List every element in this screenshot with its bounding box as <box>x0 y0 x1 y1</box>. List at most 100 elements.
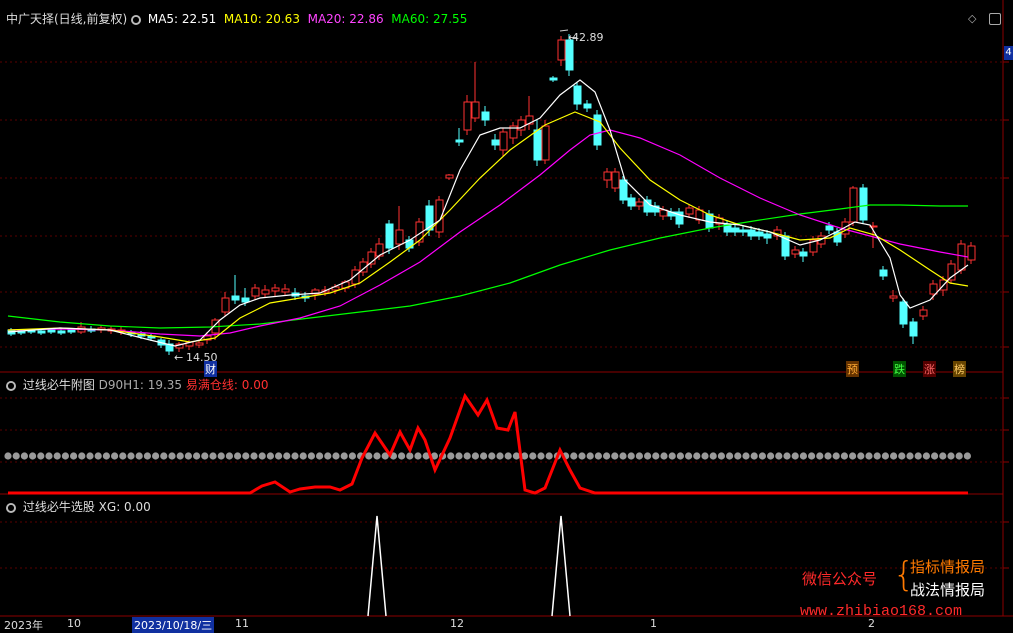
baseline-dot <box>471 452 479 460</box>
baseline-dot <box>644 452 652 460</box>
candle-body <box>889 295 898 299</box>
baseline-dot <box>398 452 406 460</box>
baseline-dot <box>676 452 685 460</box>
baseline-dot <box>898 452 906 460</box>
baseline-dot <box>603 452 611 460</box>
baseline-dot <box>348 452 356 460</box>
candle-body <box>549 77 558 81</box>
baseline-dot <box>947 452 955 460</box>
marker-cai[interactable]: 财 <box>204 361 217 377</box>
baseline-dot <box>734 452 742 460</box>
xg-spike-2 <box>551 515 571 617</box>
baseline-dot <box>340 452 348 460</box>
baseline-dot <box>184 452 192 460</box>
baseline-dot <box>668 452 676 460</box>
axis-label-oct: 10 <box>67 617 81 630</box>
axis-label-jan: 1 <box>650 617 657 630</box>
candle-body <box>627 197 636 207</box>
main-header: 中广天择(日线,前复权) ● MA5: 22.51 MA10: 20.63 MA… <box>6 10 467 27</box>
baseline-dot <box>799 452 808 460</box>
baseline-dot <box>537 452 545 460</box>
baseline-dot <box>783 452 791 460</box>
baseline-dot <box>365 452 373 460</box>
baseline-dot <box>750 452 758 460</box>
marker-zhang[interactable]: 涨 <box>923 361 936 377</box>
baseline-dot <box>865 452 873 460</box>
baseline-dot <box>307 452 315 460</box>
candle-body <box>573 85 582 105</box>
marker-die[interactable]: 跌 <box>893 361 906 377</box>
panel3-settings-icon[interactable]: ● <box>6 502 16 513</box>
watermark-line2: 战法情报局 <box>910 581 986 599</box>
high-arrow-icon: ← <box>568 31 577 44</box>
baseline-dot <box>168 452 176 460</box>
marker-yu[interactable]: 预 <box>846 361 859 377</box>
right-badge: 4 <box>1004 46 1013 60</box>
marker-bang[interactable]: 榜 <box>953 361 966 377</box>
baseline-dot <box>53 452 61 460</box>
panel3-xg: XG: 0.00 <box>98 500 151 514</box>
panel3-title[interactable]: 过线必牛选股 <box>23 500 95 514</box>
panel2-title[interactable]: 过线必牛附图 <box>23 378 95 392</box>
candle-body <box>271 287 280 292</box>
candle-body <box>27 330 36 333</box>
baseline-dot <box>824 452 832 460</box>
baseline-dot <box>242 452 250 460</box>
candle-body <box>455 139 464 143</box>
baseline-dot <box>86 452 94 460</box>
baseline-dot <box>234 452 242 460</box>
candle-body <box>957 243 966 271</box>
candle-body <box>395 229 404 245</box>
candle-body <box>967 245 976 261</box>
baseline-dot <box>266 452 274 460</box>
baseline-dot <box>4 452 12 460</box>
candlestick-series <box>7 34 976 355</box>
ma10-line <box>7 111 969 343</box>
baseline-dot <box>152 452 160 460</box>
baseline-dot <box>193 452 201 460</box>
baseline-dot <box>849 452 857 460</box>
baseline-dot <box>373 452 381 460</box>
window-toggle-icon[interactable] <box>989 13 1001 25</box>
baseline-dot <box>45 452 53 460</box>
baseline-dot <box>283 452 291 460</box>
baseline-dot <box>406 452 414 460</box>
baseline-dot <box>808 452 816 460</box>
baseline-dot <box>627 452 635 460</box>
baseline-dot <box>693 452 701 460</box>
watermark-line1: 指标情报局 <box>910 558 986 576</box>
candle-body <box>533 129 542 161</box>
baseline-dot <box>176 452 184 460</box>
xg-spike-1 <box>367 515 387 617</box>
settings-icon[interactable]: ● <box>131 14 142 25</box>
baseline-dot <box>160 452 168 460</box>
baseline-dot <box>906 452 914 460</box>
baseline-dot <box>250 452 258 460</box>
baseline-dot <box>594 452 603 460</box>
candle-body <box>557 39 566 61</box>
baseline-dot <box>61 452 69 460</box>
baseline-dot <box>414 452 422 460</box>
diamond-icon[interactable]: ◇ <box>968 12 976 25</box>
signal-line <box>8 392 968 495</box>
panel2-settings-icon[interactable]: ● <box>6 380 16 391</box>
ma5-value: MA5: 22.51 <box>147 12 217 26</box>
candle-body <box>481 111 490 121</box>
ma60-value: MA60: 27.55 <box>391 12 468 26</box>
candle-body <box>899 301 908 325</box>
candle-body <box>445 174 454 179</box>
candle-body <box>241 297 250 303</box>
baseline-dot <box>135 452 143 460</box>
candle-body <box>747 229 756 237</box>
baseline-dot <box>660 452 668 460</box>
candle-body <box>859 187 868 221</box>
baseline-dot <box>578 452 586 460</box>
candle-body <box>791 249 800 255</box>
axis-cursor-date[interactable]: 2023/10/18/三 <box>132 617 215 633</box>
candle-body <box>755 231 764 237</box>
candle-body <box>491 139 500 146</box>
baseline-dot <box>28 452 37 460</box>
candle-body <box>879 269 888 277</box>
candle-body <box>763 233 772 239</box>
stock-title[interactable]: 中广天择(日线,前复权) <box>6 12 127 26</box>
